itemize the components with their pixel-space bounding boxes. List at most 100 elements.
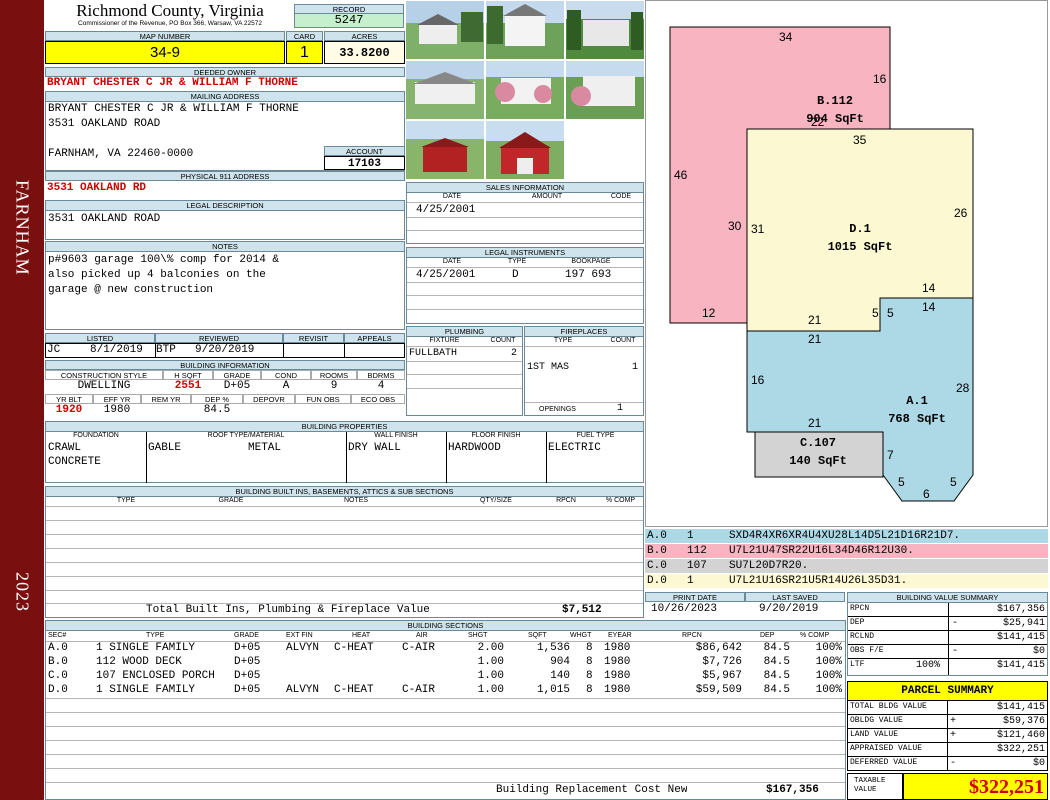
section-d-area: 1015 SqFt <box>828 240 893 254</box>
dim-5a: 5 <box>872 306 879 320</box>
fp-h-count: COUNT <box>610 337 636 344</box>
li-h-type: TYPE <box>507 258 527 265</box>
table-row: B.0 112 WOOD DECK D+05 1.00 904 8 1980 $… <box>48 656 842 668</box>
h-floor: FLOOR FINISH <box>471 432 521 439</box>
section-a-area: 768 SqFt <box>888 412 946 426</box>
legend-row: B.0 112 U7L21U47SR22U16L34D46R12U30. <box>645 544 1048 558</box>
record-block: RECORD 5247 <box>294 4 404 30</box>
h-funobs: FUN OBS <box>295 394 351 404</box>
commissioner-address: Commissioner of the Revenue, PO Box 366,… <box>78 20 262 27</box>
sales-h-date: DATE <box>442 193 462 200</box>
reviewed-header: REVIEWED <box>155 333 283 343</box>
card-number: 1 <box>286 41 323 64</box>
sales-date: 4/25/2001 <box>416 204 476 216</box>
mailing-line1: BRYANT CHESTER C JR & WILLIAM F THORNE <box>48 103 299 115</box>
photo-8 <box>486 121 564 179</box>
sec-h-heat: HEAT <box>352 632 371 639</box>
floor-finish: HARDWOOD <box>448 442 501 454</box>
dim-12: 12 <box>702 306 716 320</box>
sec-h-sec: SEC# <box>48 632 67 639</box>
sec-h-eyear: EYEAR <box>608 632 632 639</box>
building-info: BUILDING INFORMATION CONSTRUCTION STYLE … <box>45 360 405 418</box>
legend-row: C.0 107 SU7L20D7R20. <box>645 559 1048 573</box>
sketch-legend: A.0 1 SXD4R4XR6XR4U4XU28L14D5L21D16R21D7. … <box>645 529 1048 589</box>
district-label: FARNHAM <box>12 180 33 276</box>
dim-35: 35 <box>853 133 867 147</box>
dim-46: 46 <box>674 168 688 182</box>
mailing-header: MAILING ADDRESS <box>46 92 404 102</box>
bi-h-qty: QTY/SIZE <box>480 497 512 504</box>
h-grade: GRADE <box>213 370 261 380</box>
builtins-total-label: Total Built Ins, Plumbing & Fireplace Va… <box>146 604 430 616</box>
plumbing-fixture: FULLBATH <box>409 348 458 359</box>
h-remyr: REM YR <box>141 394 191 404</box>
listed-row: LISTED REVIEWED REVISIT APPEALS JC 8/1/2… <box>45 333 405 358</box>
fp-openings-label: OPENINGS <box>539 406 576 413</box>
h-style: CONSTRUCTION STYLE <box>45 370 163 380</box>
bi-h-grade: GRADE <box>218 497 244 504</box>
h-roof: ROOF TYPE/MATERIAL <box>207 432 285 439</box>
sales-h-amount: AMOUNT <box>531 193 563 200</box>
physical-header: PHYSICAL 911 ADDRESS <box>45 171 405 181</box>
h-dep: DEP % <box>191 394 243 404</box>
yrblt-value: 1920 <box>55 404 83 416</box>
legend-row: D.0 1 U7L21U16SR21U5R14U26L35D31. <box>645 574 1048 588</box>
li-h-date: DATE <box>442 258 462 265</box>
building-sketch: 34 16 46 30 12 22 35 31 26 14 14 5 5 21 … <box>669 26 974 502</box>
account-header: ACCOUNT <box>324 146 405 156</box>
tax-year-label: 2023 <box>12 572 33 612</box>
grade-value: D+05 <box>223 380 251 392</box>
owner-block: DEEDED OWNER BRYANT CHESTER C JR & WILLI… <box>45 67 405 90</box>
print-date-header: PRINT DATE <box>645 592 745 602</box>
map-row: MAP NUMBER 34-9 CARD 1 ACRES 33.8200 <box>45 31 405 65</box>
sec-h-type: TYPE <box>146 632 165 639</box>
h-hsqft: H SQFT <box>163 370 213 380</box>
sketch-panel: 34 16 46 30 12 22 35 31 26 14 14 5 5 21 … <box>645 0 1048 527</box>
legal-instruments: LEGAL INSTRUMENTS DATE TYPE BOOKPAGE 4/2… <box>406 247 644 324</box>
hsqft-value: 2551 <box>174 380 202 392</box>
building-sections: BUILDING SECTIONS SEC# TYPE GRADE EXT FI… <box>45 620 846 800</box>
dim-30: 30 <box>728 219 742 233</box>
builtins-header: BUILDING BUILT INS, BASEMENTS, ATTICS & … <box>46 487 643 497</box>
dim-6: 6 <box>923 487 930 501</box>
bdrms-value: 4 <box>377 380 385 392</box>
section-b-id: B.112 <box>817 94 853 108</box>
mailing-line3: FARNHAM, VA 22460-0000 <box>48 148 194 160</box>
properties-header: BUILDING PROPERTIES <box>46 422 643 432</box>
county-title: Richmond County, Virginia <box>76 1 264 20</box>
section-a-id: A.1 <box>906 394 928 408</box>
dim-16: 16 <box>873 72 887 86</box>
plumbing-h-fixture: FIXTURE <box>429 337 460 344</box>
section-c-id: C.107 <box>800 436 836 450</box>
photo-5 <box>486 61 564 119</box>
h-cond: COND <box>261 370 311 380</box>
last-saved-header: LAST SAVED <box>745 592 845 602</box>
section-d-id: D.1 <box>849 222 871 236</box>
style-value: DWELLING <box>77 380 131 392</box>
physical-value: 3531 OAKLAND RD <box>47 182 147 194</box>
dim-26: 26 <box>954 206 968 220</box>
fp-count: 1 <box>632 362 639 373</box>
h-foundation: FOUNDATION <box>73 432 119 439</box>
table-row: C.0 107 ENCLOSED PORCH D+05 1.00 140 8 1… <box>48 670 842 682</box>
brcn-value: $167,356 <box>766 784 819 796</box>
notes-block: NOTES p#9603 garage 100\% comp for 2014 … <box>45 241 405 330</box>
taxable-label-2: VALUE <box>854 786 877 794</box>
foundation-2: CONCRETE <box>48 456 101 468</box>
builtins-total: $7,512 <box>562 604 602 616</box>
wall-finish: DRY WALL <box>348 442 401 454</box>
sec-h-sqft: SQFT <box>528 632 547 639</box>
print-date: 10/26/2023 <box>651 603 718 615</box>
photo-3 <box>566 1 644 59</box>
bi-h-rpcn: RPCN <box>556 497 576 504</box>
h-rooms: ROOMS <box>311 370 357 380</box>
sales-header: SALES INFORMATION <box>407 183 643 193</box>
listed-date: 8/1/2019 <box>90 344 143 356</box>
photo-6 <box>566 61 644 119</box>
legal-block: LEGAL DESCRIPTION 3531 OAKLAND ROAD <box>45 200 405 240</box>
h-wall: WALL FINISH <box>374 432 418 439</box>
legal-header: LEGAL DESCRIPTION <box>46 201 404 211</box>
sales-h-code: CODE <box>610 193 632 200</box>
listed-by: JC <box>47 344 61 356</box>
dep-value: 84.5 <box>203 404 231 416</box>
